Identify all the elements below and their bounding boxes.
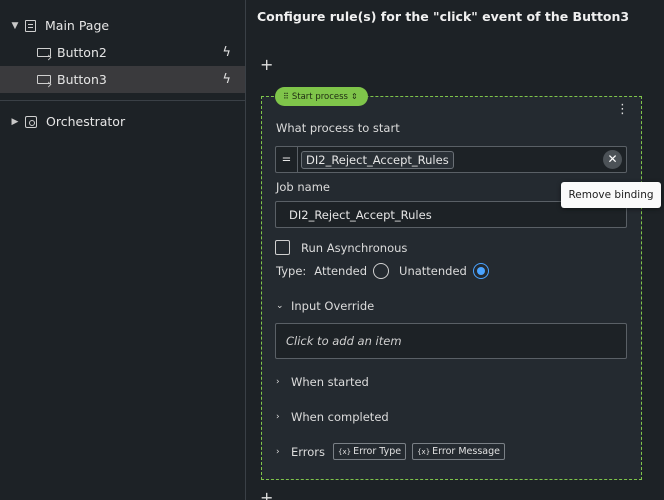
button-icon	[37, 48, 51, 57]
more-options-icon[interactable]: ⋮	[616, 103, 629, 116]
tree-item-orchestrator[interactable]: ▶ Orchestrator	[0, 108, 245, 135]
process-field[interactable]: = DI2_Reject_Accept_Rules ✕	[275, 146, 627, 173]
tree-item-button3[interactable]: Button3 ϟ	[0, 66, 245, 93]
orchestrator-icon	[25, 115, 37, 128]
input-override-label: Input Override	[291, 299, 375, 313]
chevron-right-icon[interactable]: ▶	[9, 117, 21, 127]
rule-config-panel: Configure rule(s) for the "click" event …	[247, 0, 664, 500]
when-completed-toggle[interactable]: › When completed	[276, 410, 389, 424]
attended-radio[interactable]	[373, 263, 390, 279]
start-process-chip[interactable]: ⠿ Start process ⇕	[275, 87, 368, 106]
chevron-right-icon[interactable]: ›	[276, 447, 285, 457]
chevron-right-icon: ›	[276, 412, 280, 422]
page-icon	[25, 19, 36, 32]
when-started-toggle[interactable]: › When started	[276, 375, 369, 389]
job-name-label: Job name	[276, 180, 330, 194]
tree-item-button2[interactable]: Button2 ϟ	[0, 39, 245, 66]
tree-item-main-page[interactable]: ▼ Main Page	[0, 12, 245, 39]
input-override-toggle[interactable]: ⌄ Input Override	[276, 299, 374, 313]
chevron-down-icon[interactable]: ▼	[9, 21, 21, 31]
variable-icon: {x}	[338, 447, 352, 456]
event-bolt-icon[interactable]: ϟ	[222, 45, 231, 60]
when-completed-label: When completed	[291, 410, 389, 424]
attended-label: Attended	[314, 264, 368, 278]
binding-eq-icon[interactable]: =	[276, 147, 298, 172]
process-label: What process to start	[276, 121, 400, 135]
page-title: Configure rule(s) for the "click" event …	[257, 9, 630, 24]
tree-item-label: Button3	[57, 72, 107, 87]
add-rule-bottom-button[interactable]: +	[260, 488, 273, 500]
chevron-right-icon: ›	[276, 377, 280, 387]
error-type-label: Error Type	[353, 446, 402, 457]
remove-binding-tooltip: Remove binding	[561, 182, 661, 208]
tree-item-label: Orchestrator	[46, 114, 126, 129]
unattended-label: Unattended	[399, 264, 467, 278]
variable-icon: {x}	[417, 447, 431, 456]
error-message-label: Error Message	[432, 446, 500, 457]
run-async-label: Run Asynchronous	[301, 241, 408, 255]
process-value-pill: DI2_Reject_Accept_Rules	[301, 150, 454, 169]
unattended-radio[interactable]	[472, 263, 489, 279]
run-async-checkbox[interactable]	[275, 240, 290, 255]
remove-binding-button[interactable]: ✕	[603, 150, 622, 169]
chip-label: Start process	[291, 91, 348, 102]
tree-item-label: Button2	[57, 45, 107, 60]
error-message-token[interactable]: {x} Error Message	[412, 443, 505, 460]
page-tree-panel: ▼ Main Page Button2 ϟ Button3 ϟ ▶ Orches…	[0, 0, 246, 500]
chip-sort-icon: ⇕	[351, 92, 358, 101]
type-row: Type: Attended Unattended	[276, 263, 489, 279]
errors-label: Errors	[291, 444, 326, 459]
errors-row: › Errors {x} Error Type {x} Error Messag…	[276, 443, 505, 460]
error-type-token[interactable]: {x} Error Type	[333, 443, 407, 460]
drag-handle-icon[interactable]: ⠿	[283, 92, 289, 101]
type-label: Type:	[276, 264, 307, 278]
start-process-card: ⋮ What process to start = DI2_Reject_Acc…	[261, 96, 642, 480]
add-item-input[interactable]: Click to add an item	[275, 323, 627, 359]
tree-divider	[0, 100, 246, 101]
add-item-placeholder: Click to add an item	[286, 334, 402, 348]
when-started-label: When started	[291, 375, 369, 389]
tree-item-label: Main Page	[45, 18, 110, 33]
job-name-value: DI2_Reject_Accept_Rules	[289, 207, 432, 222]
event-bolt-icon[interactable]: ϟ	[222, 72, 231, 87]
button-icon	[37, 75, 51, 84]
chevron-down-icon: ⌄	[276, 301, 284, 311]
add-rule-button[interactable]: +	[260, 55, 273, 74]
